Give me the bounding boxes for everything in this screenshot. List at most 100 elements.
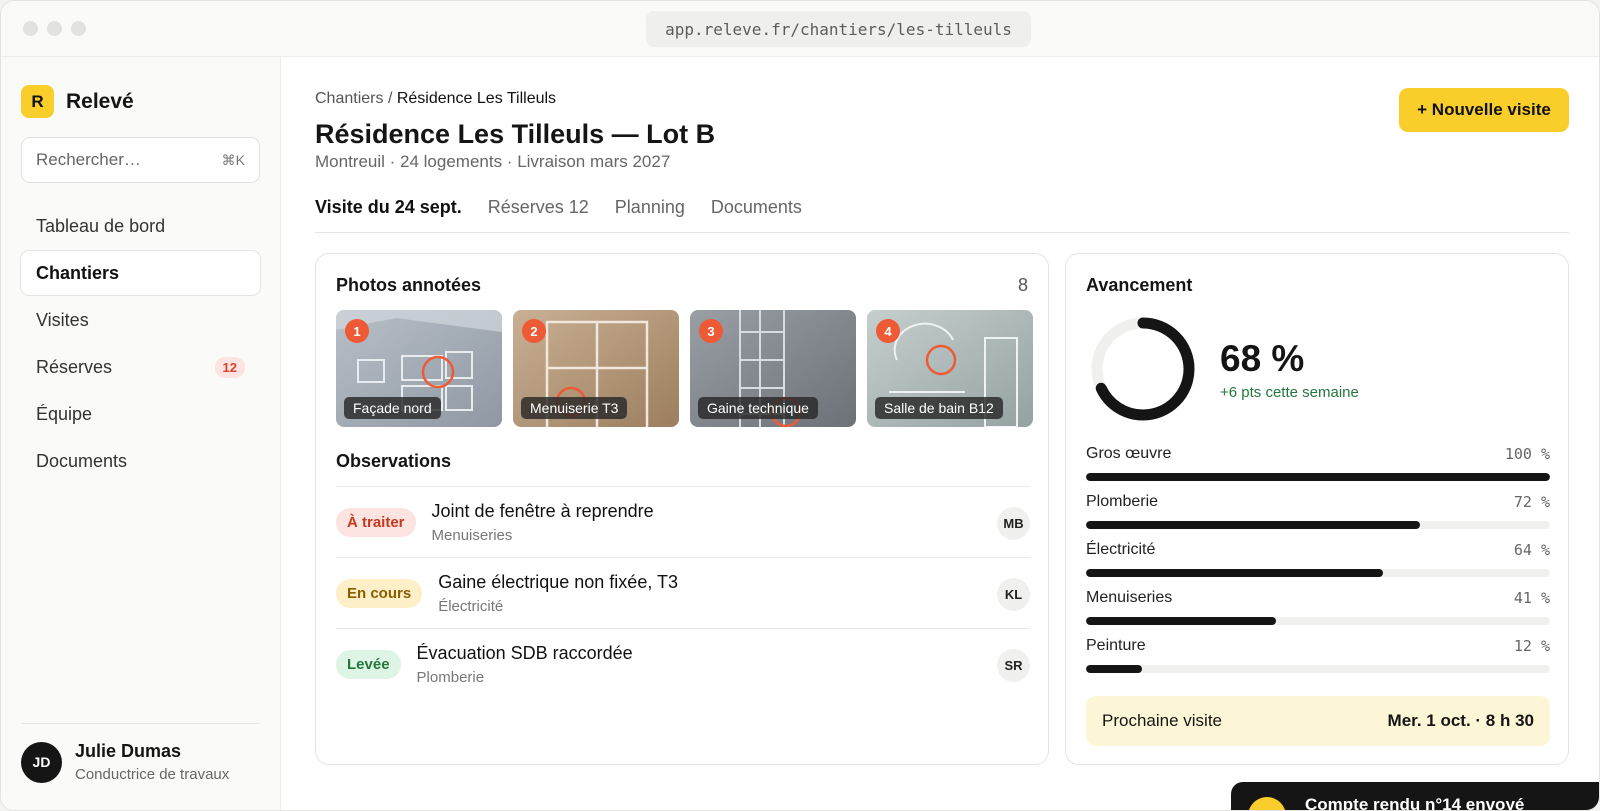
progress-track	[1086, 569, 1550, 577]
reserves-count-badge: 12	[214, 356, 245, 378]
status-badge: Levée	[336, 649, 401, 679]
progress-fill	[1086, 569, 1383, 577]
trade-progress-row: Menuiseries 41 %	[1086, 589, 1550, 637]
breadcrumb-link-chantiers[interactable]: Chantiers	[315, 90, 383, 107]
progress-track	[1086, 521, 1550, 529]
photo-number-marker: 3	[699, 319, 723, 343]
progress-track	[1086, 473, 1550, 481]
url-bar[interactable]: app.releve.fr/chantiers/les-tilleuls	[646, 11, 1031, 47]
observations-list: À traiter Joint de fenêtre à reprendre M…	[336, 486, 1030, 699]
observation-category: Plomberie	[416, 668, 485, 686]
photos-count: 8	[1017, 275, 1028, 295]
window-controls	[23, 21, 86, 36]
brand[interactable]: R Relevé	[21, 85, 134, 118]
search-shortcut: ⌘K	[221, 151, 245, 168]
photo-number-marker: 4	[876, 319, 900, 343]
trade-name: Électricité	[1086, 541, 1156, 558]
sidebar-item-reserves[interactable]: Réserves 12	[20, 344, 261, 390]
sidebar-item-label: Documents	[36, 450, 128, 471]
trade-value: 100 %	[1504, 445, 1550, 463]
sidebar-item-label: Visites	[36, 309, 89, 330]
photo-label: Gaine technique	[698, 397, 818, 419]
trade-progress-list: Gros œuvre 100 % Plomberie 72 % Électricit…	[1086, 445, 1550, 685]
close-window-dot[interactable]	[23, 21, 38, 36]
list-item[interactable]: À traiter Joint de fenêtre à reprendre M…	[336, 486, 1030, 557]
observations-title: Observations	[336, 451, 452, 471]
photo-label: Salle de bain B12	[875, 397, 1003, 419]
page-subtitle: Montreuil · 24 logements · Livraison mar…	[315, 152, 671, 171]
sidebar-item-label: Équipe	[36, 403, 93, 424]
tab-reserves[interactable]: Réserves 12	[488, 197, 589, 232]
main-content: Chantiers / Résidence Les Tilleuls Résid…	[281, 57, 1599, 810]
sidebar-nav: Tableau de bord Chantiers Visites Réserv…	[20, 203, 261, 485]
sidebar-item-label: Réserves	[36, 356, 113, 377]
sidebar-item-chantiers[interactable]: Chantiers	[20, 250, 261, 296]
progress-title: Avancement	[1086, 275, 1193, 295]
sidebar-item-visites[interactable]: Visites	[20, 297, 261, 343]
photo-number-marker: 1	[345, 319, 369, 343]
toast-text: Compte rendu n°14 envoyé	[1305, 795, 1525, 811]
trade-progress-row: Plomberie 72 %	[1086, 493, 1550, 541]
sidebar-item-documents[interactable]: Documents	[20, 438, 261, 484]
progress-delta: +6 pts cette semaine	[1220, 384, 1359, 401]
avatar: MB	[997, 507, 1030, 540]
trade-value: 64 %	[1513, 541, 1550, 559]
next-visit-label: Prochaine visite	[1102, 711, 1223, 730]
progress-donut	[1091, 317, 1195, 421]
brand-logo-icon: R	[21, 85, 54, 118]
trade-progress-row: Peinture 12 %	[1086, 637, 1550, 685]
maximize-window-dot[interactable]	[71, 21, 86, 36]
tab-planning[interactable]: Planning	[615, 197, 685, 232]
observation-category: Menuiseries	[431, 526, 513, 544]
list-item[interactable]: Levée Évacuation SDB raccordée Plomberie…	[336, 628, 1030, 699]
trade-progress-row: Gros œuvre 100 %	[1086, 445, 1550, 493]
progress-track	[1086, 665, 1550, 673]
tab-bar: Visite du 24 sept. Réserves 12 Planning …	[315, 197, 1569, 233]
trade-value: 41 %	[1513, 589, 1550, 607]
check-icon	[1248, 797, 1286, 810]
trade-name: Peinture	[1086, 637, 1146, 654]
avatar: SR	[997, 649, 1030, 682]
sidebar-item-equipe[interactable]: Équipe	[20, 391, 261, 437]
breadcrumb-current: Résidence Les Tilleuls	[396, 90, 557, 107]
photos-card: Photos annotées 8 1 Façade nord 2 Menuis…	[315, 253, 1049, 765]
sidebar: R Relevé ⌘K Tableau de bord Chantiers Vi…	[1, 57, 281, 810]
breadcrumb: Chantiers / Résidence Les Tilleuls	[315, 90, 556, 108]
user-profile[interactable]: JD Julie Dumas Conductrice de travaux	[21, 741, 229, 783]
photo-label: Façade nord	[344, 397, 441, 419]
progress-fill	[1086, 617, 1277, 625]
trade-value: 72 %	[1513, 493, 1550, 511]
avatar: KL	[997, 578, 1030, 611]
trade-progress-row: Électricité 64 %	[1086, 541, 1550, 589]
progress-track	[1086, 617, 1550, 625]
photo-thumbnail[interactable]: 4 Salle de bain B12	[867, 310, 1033, 427]
progress-fill	[1086, 473, 1550, 481]
brand-name: Relevé	[66, 89, 134, 113]
sidebar-item-label: Chantiers	[36, 262, 120, 283]
app-window: app.releve.fr/chantiers/les-tilleuls R R…	[0, 0, 1600, 811]
progress-fill	[1086, 521, 1421, 529]
photo-number-marker: 2	[522, 319, 546, 343]
search-box[interactable]: ⌘K	[21, 137, 260, 183]
search-input[interactable]	[36, 150, 206, 170]
list-item[interactable]: En cours Gaine électrique non fixée, T3 …	[336, 557, 1030, 628]
photo-thumbnail[interactable]: 1 Façade nord	[336, 310, 502, 427]
overall-progress-value: 68 %	[1220, 338, 1305, 379]
avatar: JD	[21, 741, 62, 783]
photo-grid: 1 Façade nord 2 Menuiserie T3 3 Gaine te…	[336, 310, 1033, 427]
tab-visite[interactable]: Visite du 24 sept.	[315, 197, 462, 232]
trade-name: Gros œuvre	[1086, 445, 1172, 462]
photo-thumbnail[interactable]: 3 Gaine technique	[690, 310, 856, 427]
photo-label: Menuiserie T3	[521, 397, 628, 419]
observation-title: Gaine électrique non fixée, T3	[438, 571, 679, 592]
new-visit-button[interactable]: + Nouvelle visite	[1399, 88, 1569, 132]
next-visit-banner[interactable]: Prochaine visite Mer. 1 oct. · 8 h 30	[1086, 696, 1550, 746]
tab-documents[interactable]: Documents	[711, 197, 802, 232]
status-badge: À traiter	[336, 507, 416, 537]
observation-title: Évacuation SDB raccordée	[416, 642, 633, 663]
sidebar-item-dashboard[interactable]: Tableau de bord	[20, 203, 261, 249]
photo-thumbnail[interactable]: 2 Menuiserie T3	[513, 310, 679, 427]
toast-notification[interactable]: Compte rendu n°14 envoyé	[1231, 782, 1599, 811]
minimize-window-dot[interactable]	[47, 21, 62, 36]
observation-title: Joint de fenêtre à reprendre	[431, 500, 654, 521]
